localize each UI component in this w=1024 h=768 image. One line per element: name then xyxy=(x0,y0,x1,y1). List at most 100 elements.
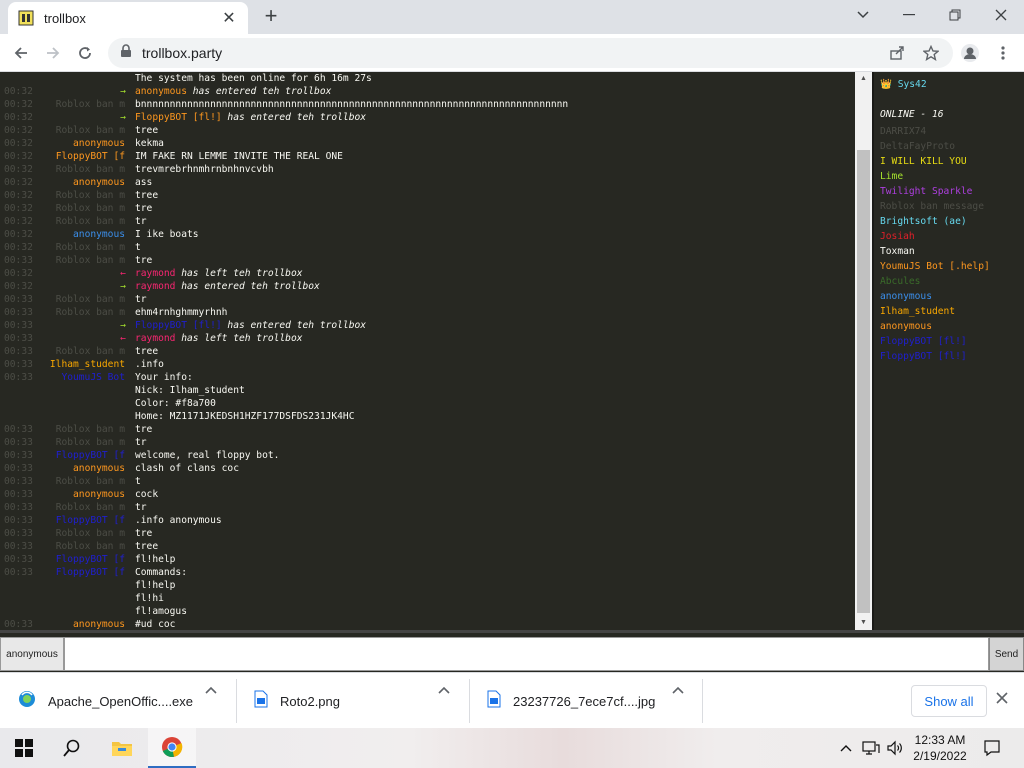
windows-start-icon[interactable] xyxy=(0,728,48,768)
chevron-up-icon[interactable] xyxy=(672,683,684,697)
message-text: ass xyxy=(135,176,152,189)
message-nick[interactable]: Roblox ban m xyxy=(42,241,125,254)
message-nick[interactable]: Roblox ban m xyxy=(42,124,125,137)
download-item[interactable]: Apache_OpenOffic....exe xyxy=(18,681,193,721)
network-icon[interactable] xyxy=(860,728,882,768)
chrome-icon[interactable] xyxy=(148,728,196,768)
message-text: tre xyxy=(135,254,152,267)
online-user[interactable]: Josiah xyxy=(880,229,990,244)
system-notice: has entered teh trollbox xyxy=(221,112,367,123)
online-user[interactable]: YoumuJS Bot [.help] xyxy=(880,259,990,274)
nickname-button[interactable]: anonymous xyxy=(0,637,64,671)
menu-kebab-icon[interactable] xyxy=(988,38,1018,68)
message-nick[interactable]: YoumuJS Bot xyxy=(42,371,125,384)
message-nick[interactable]: Roblox ban m xyxy=(42,527,125,540)
chevron-up-icon[interactable] xyxy=(205,683,217,697)
chevron-up-icon[interactable] xyxy=(438,683,450,697)
url-text[interactable]: trollbox.party xyxy=(142,45,222,61)
message-nick[interactable]: Roblox ban m xyxy=(42,540,125,553)
message-body: tree xyxy=(135,190,159,201)
close-downloads-icon[interactable] xyxy=(996,691,1008,709)
online-users: DARRIX74 DeltaFayProto I WILL KILL YOU Lime… xyxy=(880,124,990,364)
volume-icon[interactable] xyxy=(884,728,906,768)
message-nick[interactable]: anonymous xyxy=(42,488,125,501)
tray-chevron-up-icon[interactable] xyxy=(836,728,856,768)
online-user[interactable]: I WILL KILL YOU xyxy=(880,154,990,169)
online-user[interactable]: anonymous xyxy=(880,289,990,304)
new-tab-button[interactable]: + xyxy=(258,4,284,30)
message-nick[interactable]: anonymous xyxy=(42,462,125,475)
tab-search-icon[interactable] xyxy=(840,0,886,30)
message-nick[interactable]: Roblox ban m xyxy=(42,163,125,176)
online-user[interactable]: FloppyBOT [fl!] xyxy=(880,334,990,349)
chat-scrollbar[interactable]: ▲ ▼ xyxy=(855,72,872,630)
system-clock[interactable]: 12:33 AM 2/19/2022 xyxy=(906,732,974,764)
message-time: 00:32 xyxy=(4,151,33,162)
download-item[interactable]: Roto2.png xyxy=(254,681,340,721)
close-window-button[interactable] xyxy=(978,0,1024,30)
message-nick[interactable]: FloppyBOT [f xyxy=(42,449,125,462)
share-icon[interactable] xyxy=(882,38,912,68)
online-user[interactable]: DeltaFayProto xyxy=(880,139,990,154)
message-body: fl!hi xyxy=(135,593,164,604)
message-body: Home: MZ1171JKEDSH1HZF177DSFDS231JK4HC xyxy=(135,411,355,422)
message-nick[interactable]: FloppyBOT [f xyxy=(42,553,125,566)
message-nick[interactable]: Roblox ban m xyxy=(42,202,125,215)
message-nick[interactable]: anonymous xyxy=(42,228,125,241)
message-nick[interactable]: Roblox ban m xyxy=(42,189,125,202)
profile-avatar-icon[interactable] xyxy=(955,38,985,68)
message-nick[interactable]: Roblox ban m xyxy=(42,501,125,514)
scroll-down-icon[interactable]: ▼ xyxy=(855,616,872,630)
download-item[interactable]: 23237726_7ece7cf....jpg xyxy=(487,681,655,721)
lock-icon[interactable] xyxy=(120,43,132,63)
message-nick[interactable]: Roblox ban m xyxy=(42,306,125,319)
file-explorer-icon[interactable] xyxy=(98,728,146,768)
message-nick[interactable]: Roblox ban m xyxy=(42,293,125,306)
message-nick[interactable]: FloppyBOT [f xyxy=(42,566,125,579)
reload-button[interactable] xyxy=(70,38,100,68)
forward-button[interactable] xyxy=(38,38,68,68)
online-user[interactable]: Ilham_student xyxy=(880,304,990,319)
message-nick[interactable]: Roblox ban m xyxy=(42,215,125,228)
online-user[interactable]: anonymous xyxy=(880,319,990,334)
online-user[interactable]: Abcules xyxy=(880,274,990,289)
message-nick[interactable]: anonymous xyxy=(42,137,125,150)
message-nick[interactable]: Ilham_student xyxy=(42,358,125,371)
send-button[interactable]: Send xyxy=(989,637,1024,671)
online-user[interactable]: Brightsoft (ae) xyxy=(880,214,990,229)
online-user[interactable]: FloppyBOT [fl!] xyxy=(880,349,990,364)
minimize-button[interactable] xyxy=(886,0,932,30)
address-bar[interactable]: trollbox.party xyxy=(108,38,953,68)
search-icon[interactable] xyxy=(48,728,96,768)
browser-tab[interactable]: trollbox ✕ xyxy=(8,2,248,34)
message-nick[interactable]: Roblox ban m xyxy=(42,423,125,436)
notifications-icon[interactable] xyxy=(980,728,1004,768)
message-input-bar: anonymous Send xyxy=(0,630,1024,672)
chat-message: 00:33 YoumuJS Bot Your info: xyxy=(0,371,855,384)
back-button[interactable] xyxy=(6,38,36,68)
chat-message: fl!hi xyxy=(0,592,855,605)
tab-close-icon[interactable]: ✕ xyxy=(220,8,238,28)
scroll-up-icon[interactable]: ▲ xyxy=(855,72,872,86)
message-body: tre xyxy=(135,255,153,266)
show-all-button[interactable]: Show all xyxy=(911,685,987,717)
message-nick[interactable]: Roblox ban m xyxy=(42,345,125,358)
message-nick[interactable]: Roblox ban m xyxy=(42,254,125,267)
message-nick[interactable]: Roblox ban m xyxy=(42,436,125,449)
online-user[interactable]: DARRIX74 xyxy=(880,124,990,139)
message-nick[interactable]: Roblox ban m xyxy=(42,475,125,488)
message-nick[interactable]: FloppyBOT [f xyxy=(42,514,125,527)
message-nick[interactable]: FloppyBOT [f xyxy=(42,150,125,163)
bookmark-star-icon[interactable] xyxy=(916,38,946,68)
restore-button[interactable] xyxy=(932,0,978,30)
online-user[interactable]: Lime xyxy=(880,169,990,184)
message-input[interactable] xyxy=(64,637,989,671)
scroll-thumb[interactable] xyxy=(857,150,870,613)
message-nick[interactable]: anonymous xyxy=(42,176,125,189)
system-notice: has entered teh trollbox xyxy=(221,320,367,331)
message-nick[interactable]: Roblox ban m xyxy=(42,98,125,111)
online-user[interactable]: Toxman xyxy=(880,244,990,259)
message-nick[interactable]: anonymous xyxy=(42,618,125,630)
online-user[interactable]: Roblox ban message xyxy=(880,199,990,214)
online-user[interactable]: Twilight Sparkle xyxy=(880,184,990,199)
